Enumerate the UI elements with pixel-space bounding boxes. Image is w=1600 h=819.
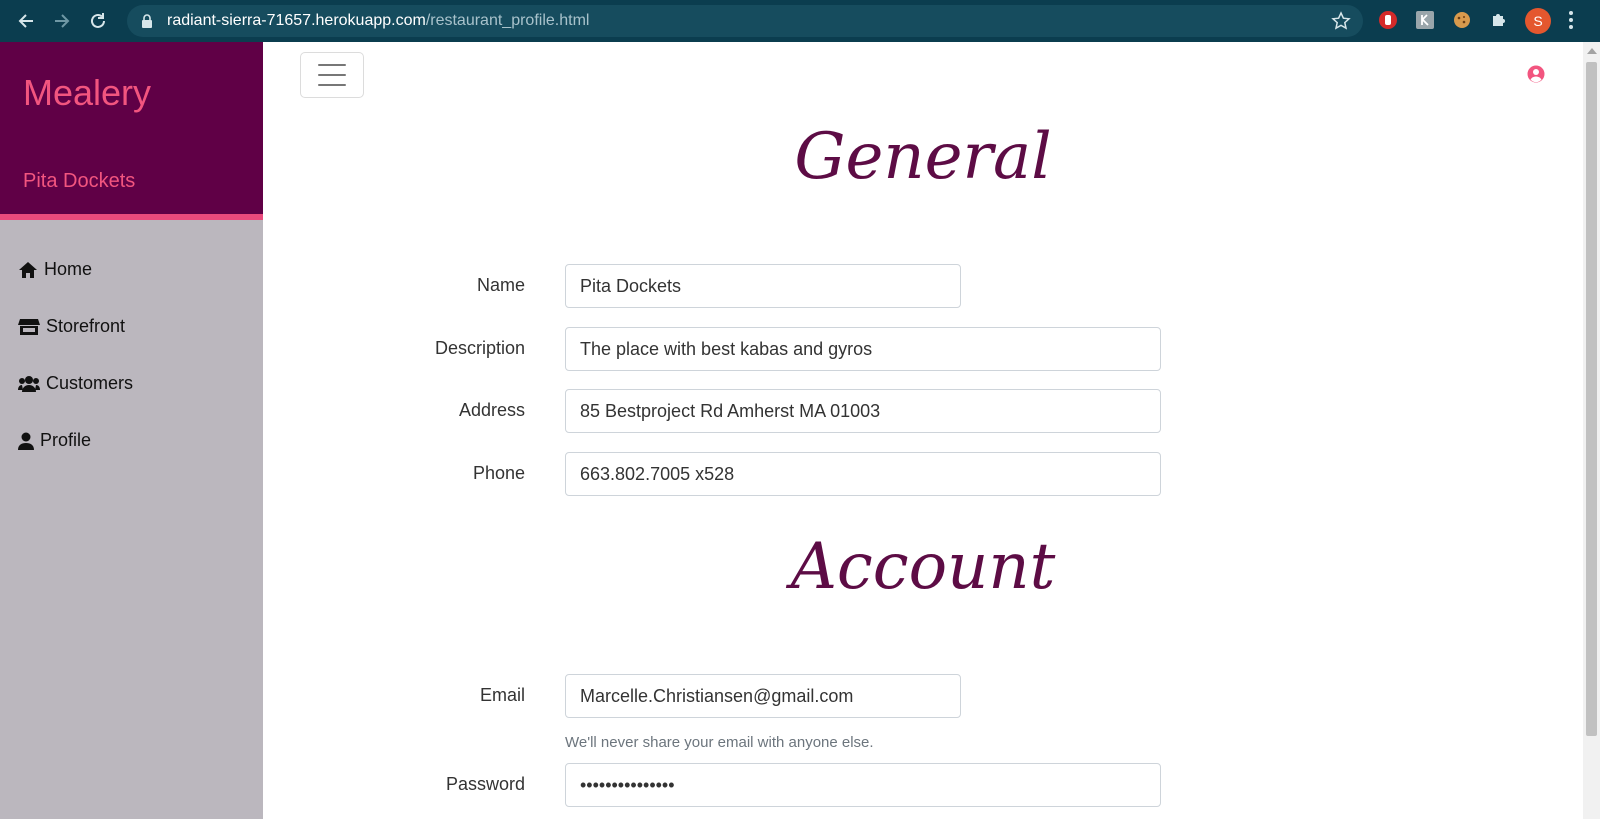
address-label: Address [458, 400, 525, 420]
page-scrollbar[interactable] [1583, 42, 1600, 819]
users-icon [18, 375, 40, 392]
store-icon [18, 318, 40, 335]
description-input[interactable] [565, 327, 1161, 371]
address-bar[interactable]: radiant-sierra-71657.herokuapp.com/resta… [127, 5, 1363, 37]
cookie-extension-icon[interactable] [1451, 9, 1473, 31]
sidebar: Mealery Pita Dockets Home Storefront Cus… [0, 42, 263, 819]
stop-hand-extension-icon[interactable] [1377, 9, 1399, 31]
bookmark-star-icon[interactable] [1331, 11, 1351, 36]
scrollbar-thumb[interactable] [1586, 62, 1597, 736]
email-help-text: We'll never share your email with anyone… [565, 734, 874, 751]
account-title: Account [790, 530, 1056, 604]
email-input[interactable] [565, 674, 961, 718]
brand-logo-text[interactable]: Mealery [23, 72, 151, 114]
extensions-puzzle-icon[interactable] [1488, 9, 1510, 31]
sidebar-header: Mealery Pita Dockets [0, 42, 263, 220]
name-input[interactable] [565, 264, 961, 308]
url-host: radiant-sierra-71657.herokuapp.com [167, 12, 426, 29]
home-icon [19, 261, 37, 278]
user-icon [18, 432, 34, 450]
restaurant-name: Pita Dockets [23, 170, 136, 192]
name-label: Name [476, 275, 525, 295]
address-input[interactable] [565, 389, 1161, 433]
forward-button[interactable] [44, 3, 80, 39]
description-label: Description [434, 338, 525, 358]
url-text: radiant-sierra-71657.herokuapp.com/resta… [167, 12, 589, 30]
browser-menu-icon[interactable] [1568, 10, 1574, 35]
sidebar-item-profile[interactable]: Profile [0, 412, 263, 469]
profile-avatar[interactable]: S [1525, 8, 1551, 34]
sidebar-item-label: Storefront [46, 316, 126, 336]
sidebar-item-storefront[interactable]: Storefront [0, 298, 263, 355]
sidebar-item-label: Home [44, 259, 93, 279]
sidebar-menu: Home Storefront Customers Profile [0, 241, 263, 469]
main-content: General Name Description Address Phone A… [263, 42, 1583, 819]
phone-label: Phone [472, 463, 525, 483]
reload-button[interactable] [80, 3, 116, 39]
lock-icon [141, 14, 155, 28]
email-label: Email [479, 685, 525, 705]
user-circle-icon[interactable] [1527, 65, 1545, 88]
scroll-up-arrow-icon[interactable] [1587, 48, 1597, 54]
url-path: /restaurant_profile.html [425, 12, 590, 29]
sidebar-item-customers[interactable]: Customers [0, 355, 263, 412]
sidebar-item-home[interactable]: Home [0, 241, 263, 298]
password-label: Password [445, 774, 525, 794]
menu-toggle-button[interactable] [300, 52, 364, 98]
k-extension-icon[interactable] [1414, 9, 1436, 31]
back-button[interactable] [8, 3, 44, 39]
browser-toolbar: radiant-sierra-71657.herokuapp.com/resta… [0, 0, 1600, 42]
phone-input[interactable] [565, 452, 1161, 496]
sidebar-item-label: Customers [46, 373, 134, 393]
general-title: General [794, 120, 1052, 194]
password-input[interactable] [565, 763, 1161, 807]
sidebar-item-label: Profile [40, 430, 92, 450]
